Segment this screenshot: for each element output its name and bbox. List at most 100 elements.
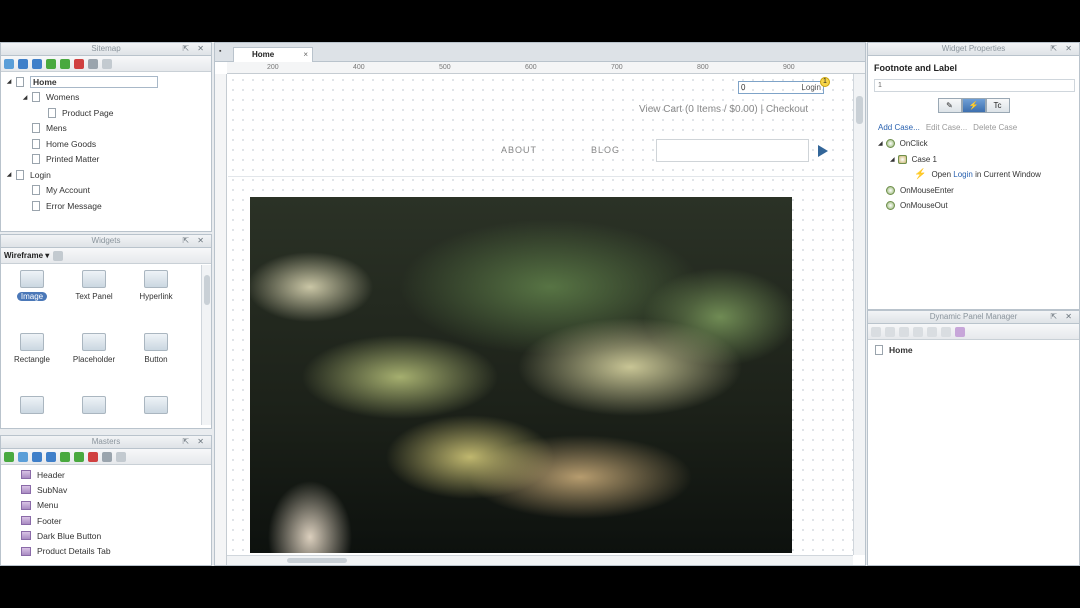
login-link[interactable]: Login — [801, 82, 821, 93]
event-onmouseenter[interactable]: OnMouseEnter — [878, 183, 1079, 199]
tab-scroll-left-icon[interactable]: ▪ — [219, 48, 221, 55]
panel-controls[interactable]: ⇱ ✕ — [1050, 43, 1075, 55]
master-item[interactable]: Footer — [1, 513, 211, 528]
widget-item[interactable]: Placeholder — [63, 333, 125, 386]
masters-list: Header SubNav Menu Footer Dark Blue Button Pr… — [1, 465, 211, 559]
widget-properties-panel: Widget Properties ⇱ ✕ Footnote and Label… — [867, 42, 1080, 310]
edit-icon[interactable] — [927, 326, 937, 337]
expand-icon[interactable]: ◢ — [5, 78, 13, 85]
search-input[interactable] — [656, 139, 809, 162]
master-item[interactable]: SubNav — [1, 482, 211, 497]
widget-item[interactable]: Image — [1, 270, 63, 323]
sitemap-item[interactable]: Printed Matter — [1, 152, 211, 168]
outdent-icon[interactable] — [60, 58, 70, 69]
canvas-vertical-scrollbar[interactable] — [853, 74, 865, 555]
master-item[interactable]: Menu — [1, 498, 211, 513]
event-onclick[interactable]: ◢ OnClick — [878, 136, 1079, 152]
properties-heading: Footnote and Label — [874, 63, 957, 73]
widget-item[interactable]: Rectangle — [1, 333, 63, 386]
widget-item[interactable] — [1, 396, 63, 428]
master-item[interactable]: Product Details Tab — [1, 543, 211, 558]
master-item[interactable]: Dark Blue Button — [1, 528, 211, 543]
indent-icon[interactable] — [46, 58, 56, 69]
panel-controls[interactable]: ⇱ ✕ — [182, 43, 207, 55]
library-select[interactable]: Wireframe ▾ — [4, 251, 49, 260]
cart-link[interactable]: View Cart (0 Items / $0.00) | Checkout — [639, 104, 808, 115]
sitemap-item[interactable]: ◢ Login — [1, 167, 211, 183]
sitemap-item[interactable]: Error Message — [1, 198, 211, 214]
add-state-icon[interactable] — [871, 326, 881, 337]
hero-image[interactable] — [250, 197, 792, 553]
widgets-toolbar: Wireframe ▾ — [1, 248, 211, 264]
move-down-icon[interactable] — [32, 58, 42, 69]
dpm-list: Home — [868, 340, 1079, 358]
sitemap-item[interactable]: ◢ Womens — [1, 90, 211, 106]
nav-blog[interactable]: BLOG — [591, 145, 620, 155]
edit-icon[interactable] — [102, 451, 112, 462]
panel-controls[interactable]: ⇱ ✕ — [182, 235, 207, 247]
login-widget[interactable]: 0 Login — [738, 81, 824, 94]
sitemap-item[interactable]: Product Page — [1, 105, 211, 121]
master-icon — [21, 516, 31, 526]
widget-item[interactable] — [125, 396, 187, 428]
duplicate-icon[interactable] — [885, 326, 895, 337]
search-icon[interactable] — [102, 58, 112, 69]
search-icon[interactable] — [116, 451, 126, 462]
search-arrow-icon[interactable] — [818, 145, 828, 157]
outdent-icon[interactable] — [74, 451, 84, 462]
expand-icon[interactable]: ◢ — [5, 171, 13, 178]
page-icon — [32, 123, 40, 134]
move-up-icon[interactable] — [32, 451, 42, 462]
delete-icon[interactable] — [74, 58, 84, 69]
annotations-tab[interactable]: ✎ — [937, 98, 962, 113]
close-icon[interactable]: × — [303, 48, 308, 61]
nav-about[interactable]: ABOUT — [501, 145, 537, 155]
master-label: Product Details Tab — [37, 546, 111, 557]
search-icon[interactable] — [53, 250, 64, 261]
sitemap-item-label: Login — [30, 169, 51, 180]
page-icon — [32, 138, 40, 149]
widget-item[interactable]: Button — [125, 333, 187, 386]
add-case-link[interactable]: Add Case... — [878, 123, 920, 132]
canvas-horizontal-scrollbar[interactable] — [227, 555, 853, 565]
widgets-panel-title: Widgets ⇱ ✕ — [1, 235, 211, 248]
action-row[interactable]: ⚡ Open Login in Current Window — [878, 167, 1079, 183]
widget-item[interactable]: Hyperlink — [125, 270, 187, 323]
sitemap-item[interactable]: Home Goods — [1, 136, 211, 152]
expand-icon[interactable]: ◢ — [21, 94, 29, 101]
widgets-scrollbar[interactable] — [201, 265, 211, 425]
widget-item[interactable]: Text Panel — [63, 270, 125, 323]
case-row[interactable]: ◢ Case 1 — [878, 152, 1079, 168]
page-icon — [16, 76, 24, 87]
move-up-icon[interactable] — [899, 326, 909, 337]
move-down-icon[interactable] — [46, 451, 56, 462]
panel-controls[interactable]: ⇱ ✕ — [182, 436, 207, 448]
indent-icon[interactable] — [60, 451, 70, 462]
sitemap-item[interactable]: ◢ Home — [1, 74, 211, 90]
sitemap-item[interactable]: My Account — [1, 183, 211, 199]
add-master-icon[interactable] — [4, 451, 14, 462]
master-icon — [21, 485, 31, 495]
delete-icon[interactable] — [88, 451, 98, 462]
master-item[interactable]: Header — [1, 467, 211, 482]
sitemap-item[interactable]: Mens — [1, 121, 211, 137]
add-page-icon[interactable] — [4, 58, 14, 69]
formatting-tab[interactable]: Tc — [985, 98, 1010, 113]
dpm-item-label: Home — [889, 344, 913, 355]
interactions-tab[interactable]: ⚡ — [961, 98, 986, 113]
chart-icon[interactable] — [955, 326, 965, 337]
event-onmouseout[interactable]: OnMouseOut — [878, 198, 1079, 214]
footnote-field[interactable]: 1 — [874, 79, 1075, 92]
delete-icon[interactable] — [941, 326, 951, 337]
delete-case-link[interactable]: Delete Case — [973, 123, 1017, 132]
move-up-icon[interactable] — [18, 58, 28, 69]
design-canvas[interactable]: 0 Login 1 View Cart (0 Items / $0.00) | … — [228, 75, 853, 555]
edit-case-link[interactable]: Edit Case... — [926, 123, 967, 132]
move-down-icon[interactable] — [913, 326, 923, 337]
panel-controls[interactable]: ⇱ ✕ — [1050, 311, 1075, 323]
tab-home[interactable]: Home × — [233, 47, 313, 62]
add-folder-icon[interactable] — [18, 451, 28, 462]
edit-icon[interactable] — [88, 58, 98, 69]
widget-item[interactable] — [63, 396, 125, 428]
dpm-item[interactable]: Home — [872, 342, 1079, 358]
